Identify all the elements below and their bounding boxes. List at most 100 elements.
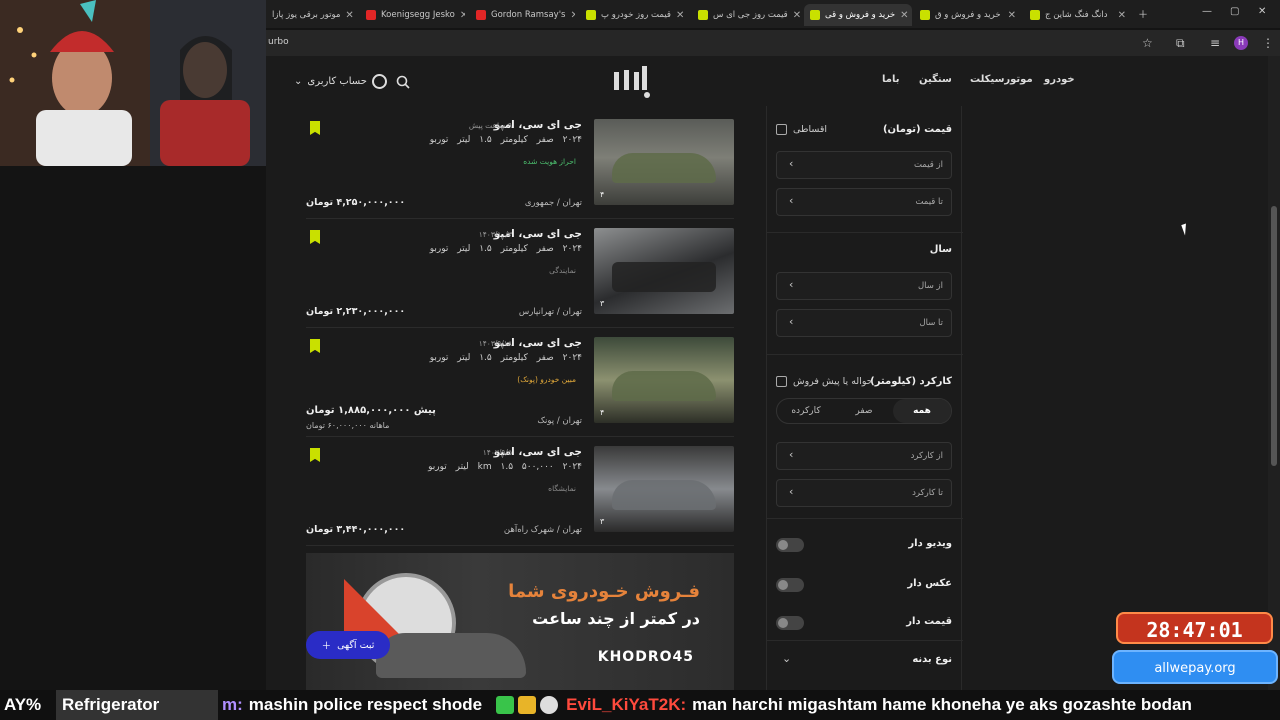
bookmark-icon[interactable] [310,339,320,353]
listing-photo[interactable]: ۴ [594,119,734,205]
divider [767,518,963,519]
spec-engine: ۱.۵ لیتر توربو [428,462,514,472]
presale-label: حواله یا پیش فروش [793,376,873,387]
year-to-select[interactable]: تا سال ‹ [776,309,952,337]
close-icon[interactable]: ✕ [900,10,908,21]
search-icon[interactable] [396,74,410,89]
video-toggle[interactable] [776,538,804,552]
presale-checkbox[interactable]: حواله یا پیش فروش [776,376,873,387]
bookmark-icon[interactable] [310,230,320,244]
minimize-icon[interactable]: — [1202,6,1212,17]
divider [767,232,963,233]
price-from-select[interactable]: از قیمت ‹ [776,151,952,179]
year-from-select[interactable]: از سال ‹ [776,272,952,300]
address-bar: urbo ☆ ⧉ ≡ H ⋮ [266,30,1280,56]
page-scrollbar[interactable] [1268,56,1280,690]
body-type-filter[interactable]: نوع بدنه ⌄ [776,652,952,676]
browser-tab[interactable]: دانگ فنگ شاین ج ✕ [1024,4,1132,26]
checkbox[interactable] [776,376,787,387]
chevron-down-icon: ⌄ [294,76,303,87]
close-icon[interactable]: ✕ [793,10,801,21]
close-window-icon[interactable]: ✕ [1258,6,1266,17]
listing-specs: ۲۰۲۴ صفر کیلومتر ۱.۵ لیتر توربو [430,353,582,363]
close-icon[interactable]: ✕ [1008,10,1016,21]
priced-toggle[interactable] [776,616,804,630]
mileage-to-select[interactable]: تا کارکرد ‹ [776,479,952,507]
extensions-icon[interactable]: ⧉ [1176,36,1185,51]
khodro45-banner[interactable]: فـروش خـودروی شما در کمتر از چند ساعت KH… [306,553,734,690]
listing-photo[interactable]: ۴ [594,337,734,423]
post-ad-label: ثبت آگهی [337,639,375,651]
mileage-from-text: از کارکرد [910,451,943,461]
listing-card[interactable]: ۴ جی ای سی، امپو ۹ ساعت پیش ۲۰۲۴ صفر کیل… [306,111,734,219]
priced-toggle-row: قیمت دار [776,614,952,638]
tab-label: قیمت روز خودرو پ [601,10,671,20]
mileage-option-used[interactable]: کارکرده [777,399,835,423]
webcam-overlay [0,0,266,166]
installment-checkbox[interactable]: اقساطی [776,124,827,135]
listing-price: ۳,۴۴۰,۰۰۰,۰۰۰ تومان [306,524,406,535]
chevron-left-icon: ‹ [789,157,794,170]
bookmark-star-icon[interactable]: ☆ [1142,36,1153,50]
youtube-icon [476,10,486,20]
bama-icon [698,10,708,20]
mileage-option-zero[interactable]: صفر [835,399,893,423]
spec-engine: ۱.۵ لیتر توربو [429,353,492,363]
emote-icon [496,696,515,714]
media-controls-icon[interactable]: ≡ [1210,36,1220,50]
photo-count: ۳ [600,299,605,308]
video-toggle-label: ویدیو دار [908,538,952,549]
ticker-user-prefix: m: [222,695,243,714]
scrollbar-thumb[interactable] [1271,206,1277,466]
nav-category-motorcycle[interactable]: موتورسیکلت [970,74,1033,85]
new-tab-icon[interactable]: ＋ [1138,6,1148,21]
chevron-left-icon: ‹ [789,485,794,498]
price-to-select[interactable]: تا قیمت ‹ [776,188,952,216]
spec-mileage: صفر کیلومتر [500,244,554,254]
browser-tab[interactable]: موتور برقی یوز پازا ✕ [266,4,356,26]
profile-avatar[interactable]: H [1234,36,1248,50]
installment-label: اقساطی [793,124,828,135]
year-filter: سال از سال ‹ تا سال ‹ [776,244,952,354]
close-icon[interactable]: ✕ [1118,10,1126,21]
mileage-from-select[interactable]: از کارکرد ‹ [776,442,952,470]
listing-photo[interactable]: ۳ [594,446,734,532]
photo-toggle[interactable] [776,578,804,592]
year-from-text: از سال [917,281,943,291]
nav-category-heavy[interactable]: سنگین [919,74,952,85]
url-text[interactable]: urbo [268,37,289,47]
bama-icon [810,10,820,20]
tab-label: دانگ فنگ شاین ج [1045,10,1108,20]
browser-tab-active[interactable]: خرید و فروش و قی ✕ [804,4,912,26]
maximize-icon[interactable]: ▢ [1230,6,1239,17]
donation-url-badge: allwepay.org [1112,650,1278,684]
browser-tab[interactable]: قیمت روز خودرو پ ✕ [580,4,690,26]
spec-mileage: ۵۰۰,۰۰۰ km [477,462,554,472]
account-menu[interactable]: ⌄ حساب کاربری [294,74,387,89]
browser-tab[interactable]: خرید و فروش و ق ✕ [914,4,1022,26]
close-icon[interactable]: ✕ [460,10,465,21]
listing-photo[interactable]: ۳ [594,228,734,314]
bookmark-icon[interactable] [310,121,320,135]
nav-category-cars[interactable]: خودرو [1044,74,1075,85]
nav-category-bama[interactable]: باما [882,74,899,85]
listing-card[interactable]: ۳ جی ای سی، امپو ۱۴۰۳/۱۰/۳ ۲۰۲۴ صفر کیلو… [306,220,734,328]
photo-toggle-label: عکس دار [907,578,952,589]
mileage-option-all[interactable]: همه [893,399,951,423]
post-ad-button[interactable]: ثبت آگهی ＋ [306,631,390,659]
checkbox[interactable] [776,124,787,135]
plus-icon: ＋ [321,641,332,652]
spec-mileage: صفر کیلومتر [500,135,554,145]
browser-menu-icon[interactable]: ⋮ [1262,36,1274,50]
close-icon[interactable]: ✕ [570,10,575,21]
close-icon[interactable]: ✕ [345,10,353,21]
listing-price: ۲,۲۳۰,۰۰۰,۰۰۰ تومان [306,306,406,317]
bookmark-icon[interactable] [310,448,320,462]
browser-tab[interactable]: Koenigsegg Jesko ✕ [360,4,465,26]
listing-card[interactable]: ۴ جی ای سی، امپو ۱۴۰۳/۹/۱۸ ۲۰۲۴ صفر کیلو… [306,329,734,437]
browser-tab[interactable]: قیمت روز جی ای س ✕ [692,4,802,26]
browser-tab[interactable]: Gordon Ramsay's ✕ [470,4,575,26]
listing-card[interactable]: ۳ جی ای سی، امپو ۱۴۰۳/۹/۵ ۲۰۲۴ ۵۰۰,۰۰۰ k… [306,438,734,546]
divider [767,640,963,641]
close-icon[interactable]: ✕ [676,10,684,21]
